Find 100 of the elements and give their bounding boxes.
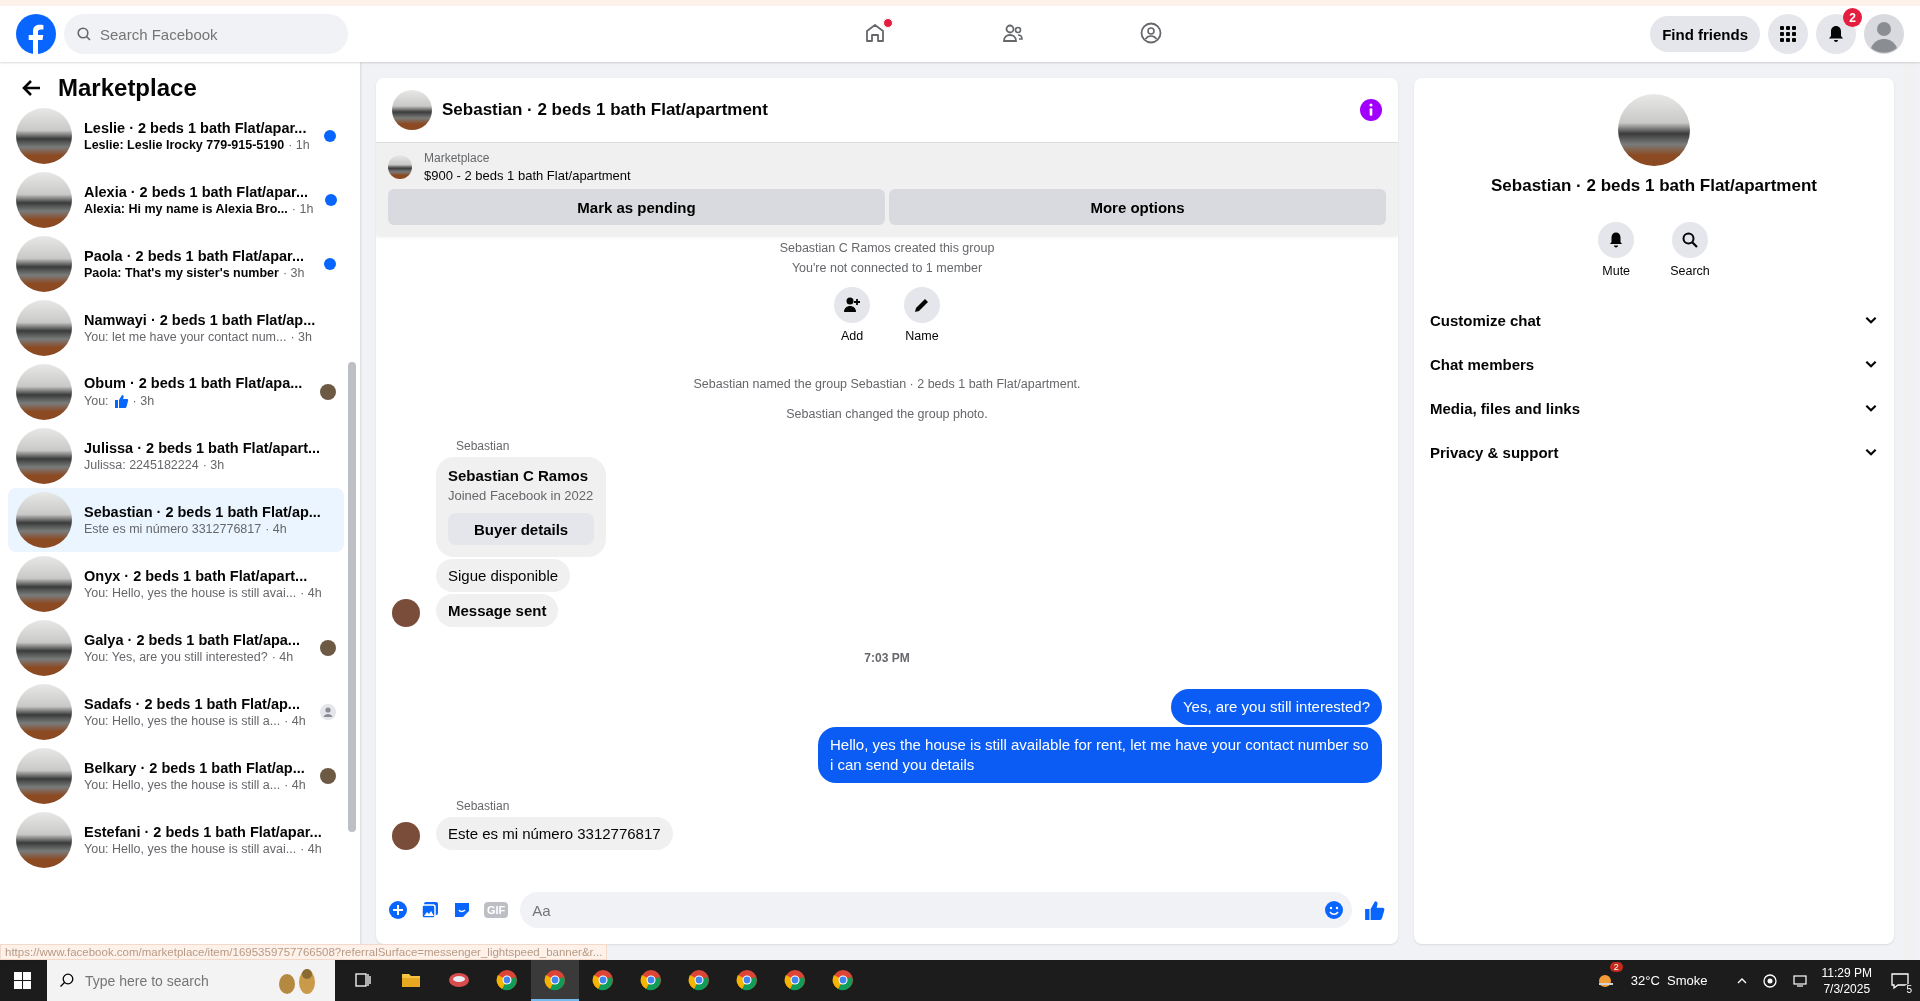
listing-photo-placeholder xyxy=(16,172,72,228)
location-icon[interactable] xyxy=(1761,972,1778,989)
conversation-title: Belkary · 2 beds 1 bath Flat/ap... xyxy=(84,760,305,776)
image-icon[interactable] xyxy=(420,900,440,920)
group-action-button[interactable] xyxy=(904,287,940,323)
network-icon[interactable] xyxy=(1791,972,1808,989)
profile-joined: Joined Facebook in 2022 xyxy=(448,488,595,503)
chat-action-button[interactable] xyxy=(1672,222,1708,258)
conversation-item[interactable]: Belkary · 2 beds 1 bath Flat/ap... You: Hello, yes the house is still a... · 4h xyxy=(8,744,344,808)
message-time: · 4h xyxy=(300,842,322,856)
chat-action-button[interactable] xyxy=(1598,222,1635,258)
system-message: Sebastian changed the group photo. xyxy=(786,406,988,423)
action-label: Mute xyxy=(1602,264,1631,278)
listing-photo-placeholder xyxy=(16,108,72,164)
notification-count: 2 xyxy=(1843,8,1862,27)
thumbs-up-icon[interactable] xyxy=(1364,899,1386,921)
unread-dot xyxy=(324,258,336,270)
notification-center-button[interactable]: 5 xyxy=(1886,966,1914,995)
message-input[interactable]: Aa xyxy=(520,892,1352,928)
message-time: · 1h xyxy=(291,202,314,216)
conversation-item[interactable]: Onyx · 2 beds 1 bath Flat/apart... You: Hello, yes the house is still avai... · 4h xyxy=(8,552,344,616)
weather-text[interactable]: 32°C Smoke xyxy=(1630,973,1708,988)
conversation-item[interactable]: Sadafs · 2 beds 1 bath Flat/ap... You: Hello, yes the house is still a... · 4h xyxy=(8,680,344,744)
buyer-details-button[interactable]: Buyer details xyxy=(448,513,595,545)
find-friends-button[interactable]: Find friends xyxy=(1650,16,1760,52)
collapsible-section[interactable]: Media, files and links xyxy=(1430,386,1878,430)
conversation-item[interactable]: Alexia · 2 beds 1 bath Flat/apar... Alexia: Hi my name is Alexia Bro... · 1h xyxy=(8,168,344,232)
message-preview: You: Hello, yes the house is still avai... xyxy=(84,842,297,856)
system-message: Sebastian named the group Sebastian · 2 beds 1 bath Flat/apartment. xyxy=(693,376,1081,393)
windows-logo-icon[interactable] xyxy=(14,972,31,989)
conversation-title: Alexia · 2 beds 1 bath Flat/apar... xyxy=(84,184,309,200)
listing-photo-placeholder xyxy=(16,812,72,868)
conversation-item[interactable]: Galya · 2 beds 1 bath Flat/apa... You: Yes, are you still interested? · 4h xyxy=(8,616,344,680)
listing-label: Marketplace xyxy=(424,151,491,165)
conversation-item[interactable]: Estefani · 2 beds 1 bath Flat/apar... You: Hello, yes the house is still avai... · 4h xyxy=(8,808,344,872)
add-person-icon xyxy=(843,296,861,314)
conversation-item[interactable]: Leslie · 2 beds 1 bath Flat/apar... Leslie: Leslie Irocky 779-915-5190 · 1h xyxy=(8,104,344,168)
conversation-title: Estefani · 2 beds 1 bath Flat/apar... xyxy=(84,824,322,840)
message-time: · 1h xyxy=(288,138,310,152)
pencil-icon xyxy=(913,296,931,314)
browser-icon xyxy=(496,968,518,991)
browser-icon xyxy=(688,968,710,991)
listing-photo-placeholder xyxy=(16,492,72,548)
browser-icon xyxy=(832,968,854,991)
scrollbar[interactable] xyxy=(1904,62,1914,960)
menu-button[interactable] xyxy=(1768,14,1808,54)
listing-title[interactable]: $900 - 2 beds 1 bath Flat/apartment xyxy=(424,168,631,183)
listing-photo-placeholder xyxy=(16,684,72,740)
message-preview: You: Hello, yes the house is still a... xyxy=(84,778,281,792)
link-url-tooltip: https://www.facebook.com/marketplace/item/1695359757766508?referralSurface=messenger_lightspeed_banner&r... xyxy=(0,944,608,960)
conversation-title: Sadafs · 2 beds 1 bath Flat/ap... xyxy=(84,696,300,712)
notifications-button[interactable] xyxy=(1816,14,1856,54)
listing-photo-placeholder xyxy=(16,620,72,676)
seen-silhouette-icon xyxy=(320,704,336,720)
message-time: · 4h xyxy=(284,714,306,728)
collapsible-section[interactable]: Privacy & support xyxy=(1430,430,1878,474)
conversation-item[interactable]: Paola · 2 beds 1 bath Flat/apar... Paola: That's my sister's number · 3h xyxy=(8,232,344,296)
message-preview: You: Hello, yes the house is still avai... xyxy=(84,586,297,600)
listing-action-button[interactable]: More options xyxy=(889,189,1386,225)
message-bubble: Message sent xyxy=(436,594,559,627)
taskbar-app[interactable] xyxy=(531,960,579,1001)
system-message: Sebastian C Ramos created this group xyxy=(779,240,995,257)
sticker-icon[interactable] xyxy=(452,900,472,920)
timestamp: 7:03 PM xyxy=(864,651,910,665)
message-preview: You: Yes, are you still interested? xyxy=(84,650,268,664)
facebook-logo-icon[interactable] xyxy=(16,14,56,54)
conversation-item[interactable]: Julissa · 2 beds 1 bath Flat/apart... Julissa: 2245182224 · 3h xyxy=(8,424,344,488)
conversation-item[interactable]: Sebastian · 2 beds 1 bath Flat/ap... Este es mi número 3312776817 · 4h xyxy=(8,488,344,552)
listing-photo-placeholder xyxy=(16,748,72,804)
scrollbar[interactable] xyxy=(348,362,356,832)
grid-menu-icon xyxy=(1778,24,1798,44)
action-label: Name xyxy=(905,329,939,343)
chat-title: Sebastian · 2 beds 1 bath Flat/apartment xyxy=(442,100,769,120)
conversation-title: Paola · 2 beds 1 bath Flat/apar... xyxy=(84,248,304,264)
message-time: · 4h xyxy=(265,522,287,536)
conversation-item[interactable]: Namwayi · 2 beds 1 bath Flat/ap... You: let me have your contact num... · 3h xyxy=(8,296,344,360)
message-bubble: Este es mi número 3312776817 xyxy=(436,817,673,850)
listing-action-button[interactable]: Mark as pending xyxy=(388,189,885,225)
info-icon[interactable] xyxy=(1360,99,1382,121)
taskbar-search-field[interactable]: Type here to search xyxy=(47,960,335,1001)
weather-alert-count: 2 xyxy=(1609,962,1623,972)
bell-icon xyxy=(1826,24,1846,44)
conversation-item[interactable]: Obum · 2 beds 1 bath Flat/apa... You: · 3h xyxy=(8,360,344,424)
profile-avatar[interactable] xyxy=(1864,14,1904,54)
plus-circle-icon[interactable] xyxy=(388,900,408,920)
search-icon xyxy=(59,972,75,988)
group-action-button[interactable] xyxy=(834,287,870,323)
clock-time[interactable]: 11:29 PM xyxy=(1821,964,1872,981)
message-preview: You: xyxy=(84,394,109,408)
listing-photo-placeholder xyxy=(16,428,72,484)
clock-date[interactable]: 7/3/2025 xyxy=(1823,980,1871,997)
collapsible-section[interactable]: Customize chat xyxy=(1430,298,1878,342)
page-title: Marketplace xyxy=(58,74,197,102)
collapsible-section[interactable]: Chat members xyxy=(1430,342,1878,386)
conversation-title: Leslie · 2 beds 1 bath Flat/apar... xyxy=(84,120,307,136)
search-field[interactable]: Search Facebook xyxy=(64,14,348,54)
message-time: · 4h xyxy=(271,650,294,664)
group-circle-icon xyxy=(1139,20,1164,45)
conversation-title: Obum · 2 beds 1 bath Flat/apa... xyxy=(84,375,303,391)
emoji-icon[interactable] xyxy=(1324,900,1344,920)
